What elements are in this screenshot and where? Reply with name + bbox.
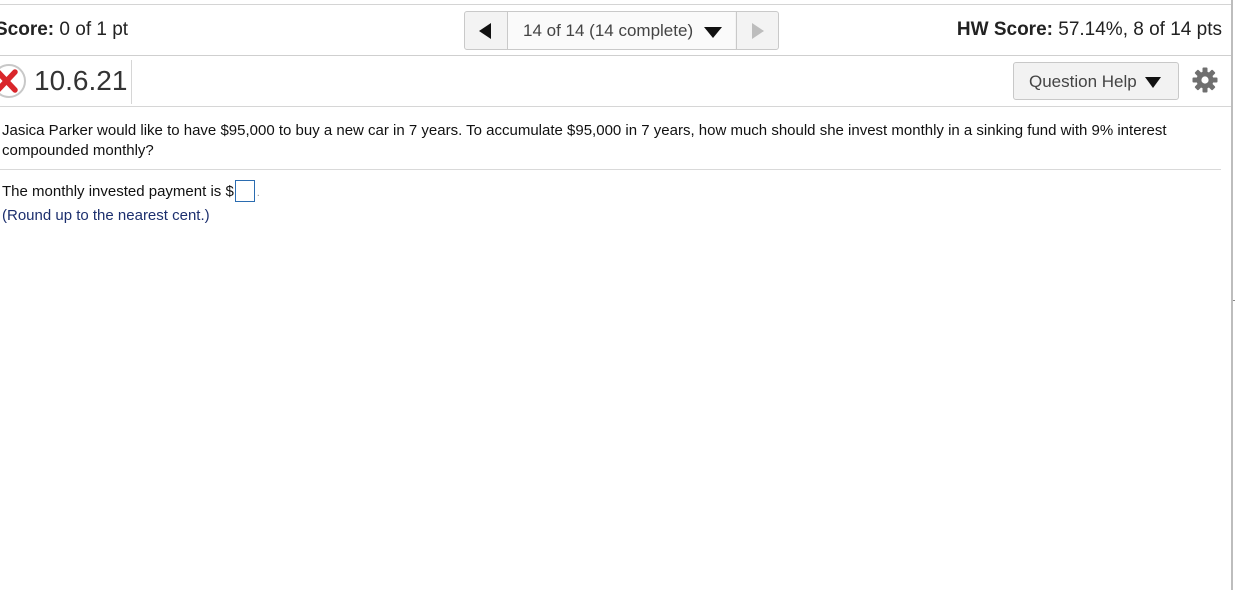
question-help-label: Question Help (1029, 72, 1137, 91)
window-edge (1231, 0, 1233, 590)
question-position-label: 14 of 14 (14 complete) (523, 21, 694, 40)
answer-suffix: . (256, 186, 260, 199)
question-number: 10.6.21 (34, 65, 128, 96)
previous-question-button[interactable] (465, 12, 508, 49)
homework-page: Score: 0 of 1 pt 14 of 14 (14 complete) … (0, 0, 1235, 590)
rounding-hint: (Round up to the nearest cent.) (2, 207, 210, 224)
question-header: 10.6.21 Question Help (0, 56, 1231, 107)
header-divider (131, 60, 132, 104)
score-label: Score: (0, 19, 55, 40)
right-arrow-icon (752, 23, 764, 39)
question-help-button[interactable]: Question Help (1013, 62, 1179, 100)
answer-input[interactable] (234, 180, 255, 202)
hw-score-label: HW Score: (956, 19, 1053, 40)
dropdown-arrow-icon (704, 27, 722, 38)
score-bar: Score: 0 of 1 pt 14 of 14 (14 complete) … (0, 5, 1231, 56)
gear-icon[interactable] (1191, 66, 1219, 94)
answer-line: The monthly invested payment is $. (2, 180, 260, 203)
chevron-down-icon (1145, 77, 1161, 88)
next-question-button[interactable] (736, 12, 779, 49)
answer-prefix: The monthly invested payment is $ (2, 182, 234, 200)
question-navigator: 14 of 14 (14 complete) (464, 11, 779, 50)
score-value: 0 of 1 pt (59, 19, 129, 40)
left-arrow-icon (479, 23, 491, 39)
question-text: Jasica Parker would like to have $95,000… (2, 122, 1167, 159)
hw-score: HW Score: 57.14%, 8 of 14 pts (957, 19, 1222, 41)
question-select-dropdown[interactable]: 14 of 14 (14 complete) (508, 12, 735, 49)
question-separator (0, 169, 1221, 170)
hw-score-value: 57.14%, 8 of 14 pts (1058, 19, 1222, 40)
incorrect-x-icon (0, 64, 26, 98)
question-score: Score: 0 of 1 pt (0, 19, 128, 41)
